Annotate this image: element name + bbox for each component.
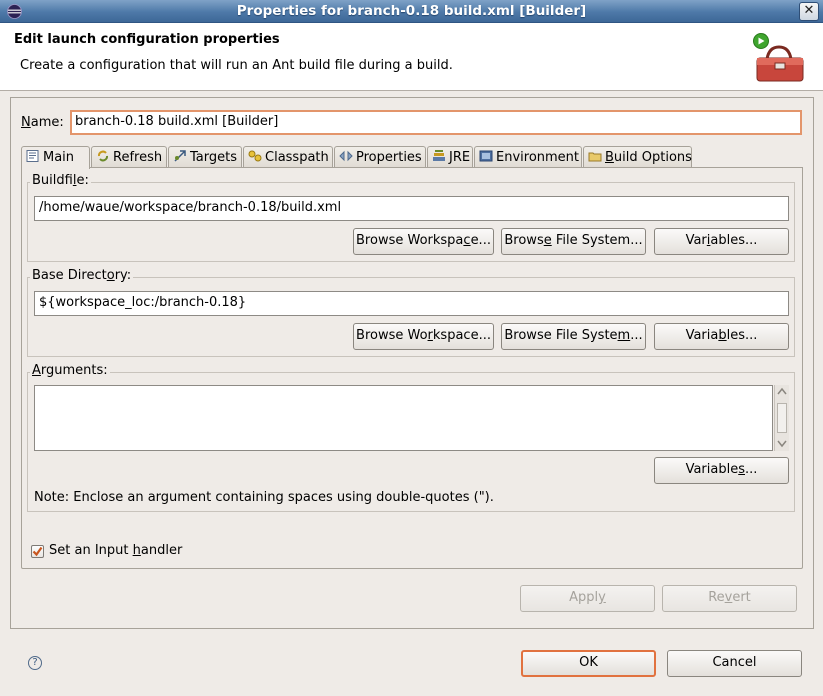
revert-button[interactable]: Revert	[662, 585, 797, 612]
arguments-textarea[interactable]	[34, 385, 773, 451]
base-directory-browse-workspace-button[interactable]: Browse Workspace...	[353, 323, 494, 350]
apply-button[interactable]: Apply	[520, 585, 655, 612]
dialog-header: Edit launch configuration properties Cre…	[0, 23, 823, 91]
scroll-thumb[interactable]	[777, 403, 787, 433]
base-directory-input[interactable]: ${workspace_loc:/branch-0.18}	[34, 291, 789, 316]
ok-button[interactable]: OK	[521, 650, 656, 677]
name-label: Name:	[21, 115, 64, 130]
scroll-up-icon[interactable]	[777, 387, 787, 395]
header-title: Edit launch configuration properties	[14, 32, 280, 47]
arguments-label: Arguments:	[30, 363, 110, 378]
base-directory-variables-button[interactable]: Variables...	[654, 323, 789, 350]
window-title: Properties for branch-0.18 build.xml [Bu…	[236, 3, 587, 19]
buildfile-browse-workspace-button[interactable]: Browse Workspace...	[353, 228, 494, 255]
input-handler-checkbox[interactable]	[31, 545, 44, 558]
buildfile-label: Buildfile:	[30, 173, 91, 188]
refresh-icon	[98, 150, 108, 162]
tab-targets[interactable]: Targets	[168, 146, 242, 168]
buildfile-variables-button[interactable]: Variables...	[654, 228, 789, 255]
tab-build-options[interactable]: Build Options	[583, 146, 692, 168]
main-tab-icon	[26, 150, 39, 162]
tab-jre[interactable]: JRE	[427, 146, 473, 168]
tab-main[interactable]: Main	[21, 146, 90, 169]
tab-environment[interactable]: Environment	[474, 146, 582, 168]
header-description: Create a configuration that will run an …	[20, 58, 453, 73]
scroll-down-icon[interactable]	[777, 440, 787, 448]
tab-refresh[interactable]: Refresh	[91, 146, 167, 168]
jre-icon	[433, 150, 445, 161]
arguments-variables-button[interactable]: Variables...	[654, 457, 789, 484]
cancel-button[interactable]: Cancel	[667, 650, 802, 677]
build-options-icon	[588, 152, 602, 162]
title-bar: Properties for branch-0.18 build.xml [Bu…	[0, 0, 823, 23]
classpath-icon	[248, 150, 262, 162]
base-directory-browse-filesystem-button[interactable]: Browse File System...	[501, 323, 646, 350]
input-handler-label[interactable]: Set an Input handler	[49, 543, 182, 558]
toolbox-icon	[753, 33, 804, 82]
targets-icon	[174, 150, 186, 162]
close-icon[interactable]: ✕	[799, 2, 819, 21]
tab-properties[interactable]: Properties	[334, 146, 426, 168]
environment-icon	[479, 150, 493, 162]
name-input[interactable]: branch-0.18 build.xml [Builder]	[70, 110, 802, 135]
arguments-scrollbar[interactable]	[774, 385, 789, 451]
buildfile-browse-filesystem-button[interactable]: Browse File System...	[501, 228, 646, 255]
buildfile-input[interactable]: /home/waue/workspace/branch-0.18/build.x…	[34, 196, 789, 221]
base-directory-label: Base Directory:	[30, 268, 134, 283]
checkmark-icon	[32, 546, 43, 557]
properties-icon	[339, 150, 353, 162]
help-icon[interactable]: ?	[28, 656, 42, 670]
tab-classpath[interactable]: Classpath	[243, 146, 333, 168]
arguments-note: Note: Enclose an argument containing spa…	[34, 490, 494, 505]
